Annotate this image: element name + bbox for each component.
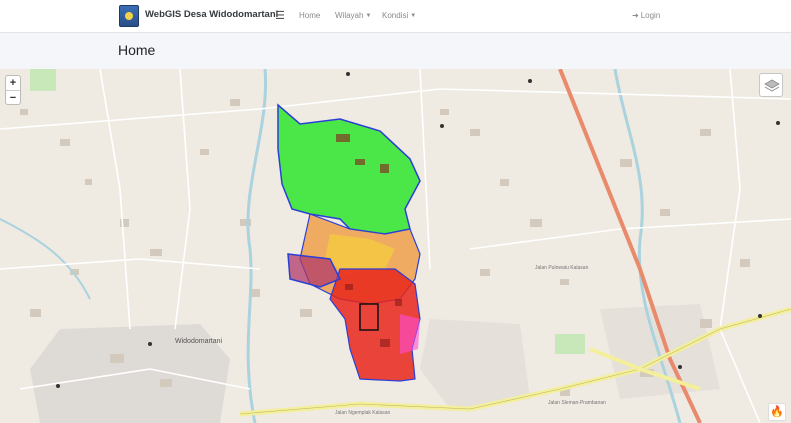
residential-area <box>600 304 720 399</box>
place-label: Widodomartani <box>175 338 223 345</box>
nav-home-label: Home <box>299 11 321 20</box>
flame-icon[interactable]: 🔥 <box>768 403 786 421</box>
zoom-control: + − <box>5 75 21 105</box>
layers-button[interactable] <box>759 73 783 97</box>
page-title: Home <box>118 42 156 58</box>
layers-icon <box>764 79 780 92</box>
road-label: Jalan Sleman-Prambanan <box>548 400 606 406</box>
park-area <box>555 334 585 354</box>
top-navbar: WebGIS Desa Widodomartani ☰ Home Wilayah… <box>0 0 791 33</box>
zoom-in-button[interactable]: + <box>6 76 20 90</box>
pink-zone[interactable] <box>400 314 420 354</box>
nav-wilayah-label: Wilayah <box>335 11 364 20</box>
caret-down-icon: ▼ <box>365 13 372 19</box>
nav-kondisi-dropdown[interactable]: Kondisi ▼ <box>382 11 416 20</box>
nav-wilayah-dropdown[interactable]: Wilayah ▼ <box>335 11 371 20</box>
sign-in-icon: ➜ <box>632 11 639 20</box>
login-link[interactable]: ➜ Login <box>632 11 660 20</box>
map-svg: Widodomartani Jalan Ngemplak Kalasan Jal… <box>0 69 791 423</box>
nav-kondisi-label: Kondisi <box>382 11 409 20</box>
page-header: Home <box>0 33 791 69</box>
village-logo[interactable] <box>119 5 139 27</box>
brand-title[interactable]: WebGIS Desa Widodomartani <box>145 9 278 20</box>
zoom-out-button[interactable]: − <box>6 90 20 104</box>
map-canvas[interactable]: Widodomartani Jalan Ngemplak Kalasan Jal… <box>0 69 791 423</box>
hamburger-icon[interactable]: ☰ <box>275 9 285 22</box>
caret-down-icon: ▼ <box>410 13 417 19</box>
park-area <box>30 69 56 91</box>
nav-home[interactable]: Home <box>299 11 320 20</box>
login-label: Login <box>640 11 661 20</box>
road-label: Jalan Pulowatu Kalasan <box>535 265 589 271</box>
road-label: Jalan Ngemplak Kalasan <box>335 410 391 416</box>
